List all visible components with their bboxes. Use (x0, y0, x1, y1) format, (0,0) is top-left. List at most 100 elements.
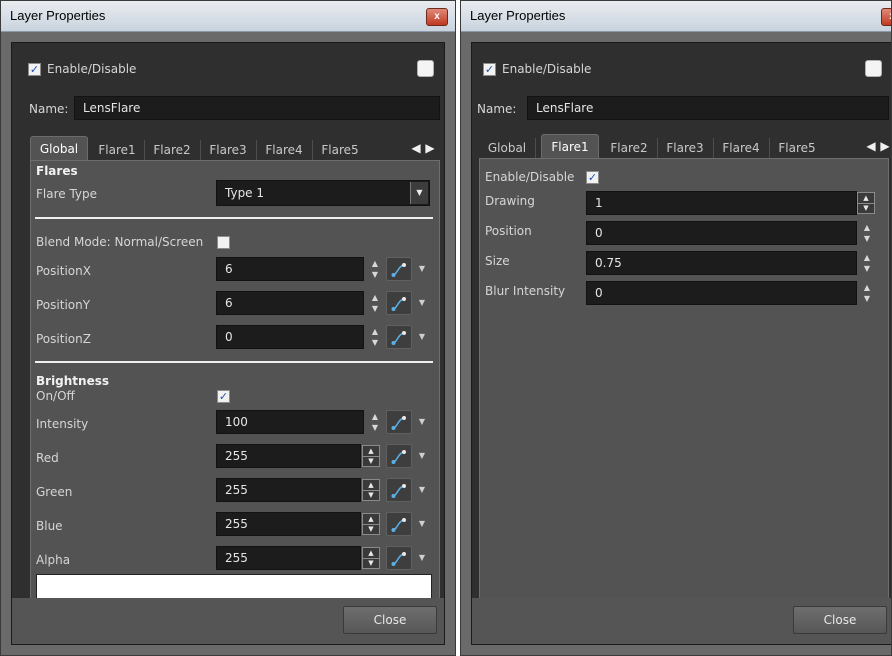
chevron-down-icon[interactable]: ▼ (417, 257, 427, 281)
position-field[interactable]: 0 (586, 221, 857, 245)
dialog-body: ✓ Enable/Disable Name: LensFlare Global … (471, 42, 891, 645)
close-button[interactable]: Close (343, 606, 437, 634)
spinner-icon[interactable]: ▲ ▼ (370, 326, 380, 348)
spinner-icon[interactable]: ▲ ▼ (857, 192, 875, 214)
function-curve-button[interactable] (386, 325, 412, 349)
flare-enable-checkbox[interactable]: ✓ (586, 171, 599, 184)
dialog-footer: Close (12, 598, 444, 644)
size-field[interactable]: 0.75 (586, 251, 857, 275)
tab-global[interactable]: Global (30, 136, 88, 160)
spinner-icon[interactable]: ▲ ▼ (370, 258, 380, 280)
spinner-icon[interactable]: ▲ ▼ (362, 547, 380, 569)
function-curve-button[interactable] (386, 546, 412, 570)
flare1-tab-panel: Enable/Disable ✓ Drawing 1 ▲ ▼ Position 0… (479, 158, 889, 602)
section-divider (35, 217, 433, 219)
tab-flare3[interactable]: Flare3 (657, 138, 714, 158)
alpha-field[interactable]: 255 (216, 546, 361, 570)
checkmark-icon: ✓ (484, 63, 495, 76)
tab-scroll-left-icon[interactable]: ◀ (410, 138, 422, 158)
flare-type-value: Type 1 (225, 186, 265, 200)
spinner-icon[interactable]: ▲ ▼ (362, 445, 380, 467)
function-curve-button[interactable] (386, 478, 412, 502)
function-curve-icon (391, 331, 406, 345)
name-field[interactable]: LensFlare (527, 96, 889, 120)
function-curve-icon (391, 484, 406, 498)
green-label: Green (36, 485, 73, 499)
tab-flare4[interactable]: Flare4 (256, 140, 313, 160)
tab-flare2[interactable]: Flare2 (601, 138, 658, 158)
blue-label: Blue (36, 519, 63, 533)
checkmark-icon: ✓ (587, 171, 598, 184)
color-toggle-box[interactable] (417, 60, 434, 77)
tab-flare4[interactable]: Flare4 (713, 138, 770, 158)
color-toggle-box[interactable] (865, 60, 882, 77)
name-field[interactable]: LensFlare (74, 96, 440, 120)
function-curve-button[interactable] (386, 257, 412, 281)
chevron-down-icon[interactable]: ▼ (417, 325, 427, 349)
function-curve-button[interactable] (386, 512, 412, 536)
flare-enable-label: Enable/Disable (485, 170, 575, 184)
function-curve-button[interactable] (386, 444, 412, 468)
window-title: Layer Properties (470, 8, 566, 23)
chevron-down-icon[interactable]: ▼ (417, 291, 427, 315)
chevron-down-icon[interactable]: ▼ (417, 410, 427, 434)
chevron-down-icon[interactable]: ▼ (417, 546, 427, 570)
title-bar[interactable]: Layer Properties x (461, 1, 891, 32)
function-curve-icon (391, 518, 406, 532)
blur-intensity-field[interactable]: 0 (586, 281, 857, 305)
blue-field[interactable]: 255 (216, 512, 361, 536)
red-field[interactable]: 255 (216, 444, 361, 468)
tab-flare3[interactable]: Flare3 (200, 140, 257, 160)
enable-label: Enable/Disable (47, 62, 137, 76)
chevron-down-icon[interactable]: ▼ (417, 512, 427, 536)
color-swatch[interactable] (36, 574, 432, 600)
checkmark-icon: ✓ (218, 390, 229, 403)
tab-flare1[interactable]: Flare1 (90, 140, 145, 160)
function-curve-button[interactable] (386, 410, 412, 434)
dialog-body: ✓ Enable/Disable Name: LensFlare Global … (11, 42, 445, 645)
drawing-field[interactable]: 1 (586, 191, 857, 215)
spinner-icon[interactable]: ▲ ▼ (370, 292, 380, 314)
position-y-field[interactable]: 6 (216, 291, 364, 315)
flares-section-title: Flares (36, 164, 78, 178)
enable-checkbox[interactable]: ✓ (28, 63, 41, 76)
tab-global[interactable]: Global (479, 138, 536, 158)
flare-type-select[interactable]: Type 1 ▼ (216, 180, 430, 206)
function-curve-icon (391, 263, 406, 277)
size-label: Size (485, 254, 510, 268)
position-z-field[interactable]: 0 (216, 325, 364, 349)
function-curve-button[interactable] (386, 291, 412, 315)
tab-scroll-right-icon[interactable]: ▶ (424, 138, 436, 158)
spinner-icon[interactable]: ▲ ▼ (362, 479, 380, 501)
tab-scroll-left-icon[interactable]: ◀ (865, 136, 877, 156)
spinner-icon[interactable]: ▲ ▼ (362, 513, 380, 535)
brightness-onoff-label: On/Off (36, 389, 75, 403)
tab-flare5[interactable]: Flare5 (312, 140, 368, 160)
brightness-onoff-checkbox[interactable]: ✓ (217, 390, 230, 403)
name-label: Name: (477, 102, 517, 116)
chevron-down-icon[interactable]: ▼ (417, 478, 427, 502)
close-window-icon[interactable]: x (881, 8, 891, 26)
tab-flare1[interactable]: Flare1 (541, 134, 599, 158)
tab-flare2[interactable]: Flare2 (144, 140, 201, 160)
green-field[interactable]: 255 (216, 478, 361, 502)
checkmark-icon: ✓ (29, 63, 40, 76)
enable-checkbox[interactable]: ✓ (483, 63, 496, 76)
spinner-icon[interactable]: ▲ ▼ (862, 222, 872, 244)
position-y-label: PositionY (36, 298, 91, 312)
blend-mode-checkbox[interactable] (217, 236, 230, 249)
spinner-icon[interactable]: ▲ ▼ (862, 252, 872, 274)
title-bar[interactable]: Layer Properties x (1, 1, 455, 32)
tab-flare5[interactable]: Flare5 (769, 138, 825, 158)
chevron-down-icon[interactable]: ▼ (417, 444, 427, 468)
enable-label: Enable/Disable (502, 62, 592, 76)
tab-scroll-right-icon[interactable]: ▶ (879, 136, 891, 156)
close-button[interactable]: Close (793, 606, 887, 634)
position-label: Position (485, 224, 532, 238)
close-window-icon[interactable]: x (426, 8, 448, 26)
intensity-field[interactable]: 100 (216, 410, 364, 434)
spinner-icon[interactable]: ▲ ▼ (370, 411, 380, 433)
dialog-footer: Close (472, 598, 891, 644)
position-x-field[interactable]: 6 (216, 257, 364, 281)
spinner-icon[interactable]: ▲ ▼ (862, 282, 872, 304)
